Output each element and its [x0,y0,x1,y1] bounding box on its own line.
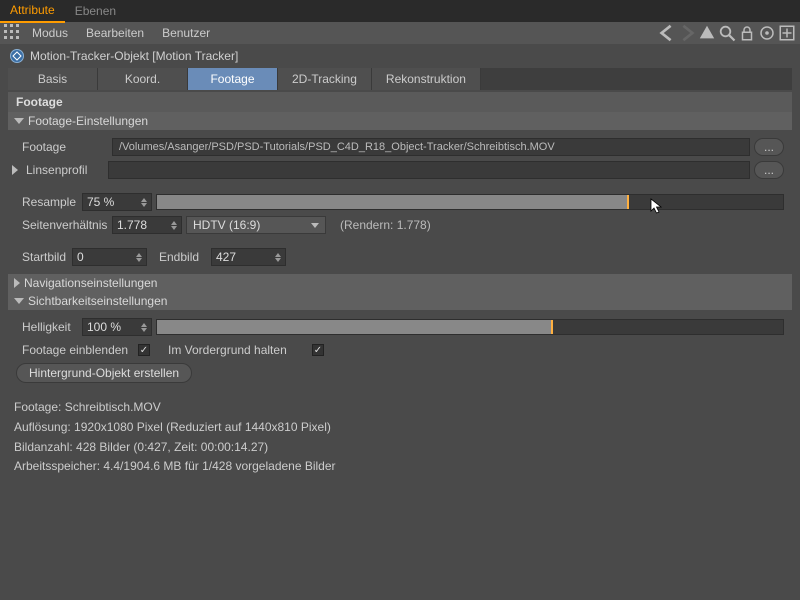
label-startbild: Startbild [16,250,68,264]
group-navigationseinstellungen[interactable]: Navigationseinstellungen [8,274,792,292]
group-label: Footage-Einstellungen [28,114,148,128]
new-window-icon[interactable] [778,24,796,42]
spinner-icon[interactable] [275,253,281,262]
group-body-footage: Footage /Volumes/Asanger/PSD/PSD-Tutoria… [8,130,792,274]
nav-forward-icon[interactable] [678,24,696,42]
helligkeit-slider[interactable] [156,319,784,335]
nav-up-icon[interactable] [698,24,716,42]
info-line: Arbeitsspeicher: 4.4/1904.6 MB für 1/428… [14,457,786,477]
footage-path-input[interactable]: /Volumes/Asanger/PSD/PSD-Tutorials/PSD_C… [112,138,750,156]
object-header: Motion-Tracker-Objekt [Motion Tracker] [0,44,800,68]
linsenprofil-browse-button[interactable]: ... [754,161,784,179]
info-line: Footage: Schreibtisch.MOV [14,398,786,418]
group-label: Navigationseinstellungen [24,276,157,290]
label-im-vordergrund: Im Vordergrund halten [168,343,308,357]
endbild-number: 427 [216,250,236,264]
helligkeit-value[interactable]: 100 % [82,318,152,336]
label-footage: Footage [16,140,108,154]
resample-value[interactable]: 75 % [82,193,152,211]
startbild-value[interactable]: 0 [72,248,147,266]
label-helligkeit: Helligkeit [16,320,78,334]
motion-tracker-icon [8,47,26,65]
label-resample: Resample [16,195,78,209]
chevron-down-icon [14,118,24,124]
info-line: Bildanzahl: 428 Bilder (0:427, Zeit: 00:… [14,438,786,458]
nav-back-icon[interactable] [658,24,676,42]
status-info: Footage: Schreibtisch.MOV Auflösung: 192… [0,390,800,485]
render-aspect-text: (Rendern: 1.778) [340,218,431,232]
footage-browse-button[interactable]: ... [754,138,784,156]
menu-bearbeiten[interactable]: Bearbeiten [78,26,152,40]
spinner-icon[interactable] [171,221,177,230]
group-footage-einstellungen[interactable]: Footage-Einstellungen [8,112,792,130]
hintergrund-objekt-button[interactable]: Hintergrund-Objekt erstellen [16,363,192,383]
tab-attribute[interactable]: Attribute [0,0,65,23]
group-label: Sichtbarkeitseinstellungen [28,294,167,308]
spinner-icon[interactable] [141,323,147,332]
subtab-bar: Basis Koord. Footage 2D-Tracking Rekonst… [8,68,792,90]
chevron-right-icon [14,278,20,288]
info-line: Auflösung: 1920x1080 Pixel (Reduziert au… [14,418,786,438]
chevron-down-icon [14,298,24,304]
label-seitenverhaeltnis: Seitenverhältnis [16,218,108,232]
grid-icon[interactable] [4,24,22,42]
startbild-number: 0 [77,250,84,264]
group-body-sicht: Helligkeit 100 % Footage einblenden Im V… [8,310,792,390]
label-endbild: Endbild [159,250,207,264]
menu-benutzer[interactable]: Benutzer [154,26,218,40]
label-footage-einblenden: Footage einblenden [16,343,134,357]
chevron-right-icon[interactable] [12,165,18,175]
subtab-rekonstruktion[interactable]: Rekonstruktion [372,68,481,90]
menu-modus[interactable]: Modus [24,26,76,40]
subtab-2d-tracking[interactable]: 2D-Tracking [278,68,372,90]
section-footage: Footage [8,92,792,112]
top-tabbar: Attribute Ebenen [0,0,800,22]
footage-einblenden-checkbox[interactable] [138,344,150,356]
aspect-preset-dropdown[interactable]: HDTV (16:9) [186,216,326,234]
target-icon[interactable] [758,24,776,42]
aspect-number: 1.778 [117,218,147,232]
subtab-koord[interactable]: Koord. [98,68,188,90]
spinner-icon[interactable] [141,198,147,207]
linsenprofil-input[interactable] [108,161,750,179]
group-sichtbarkeitseinstellungen[interactable]: Sichtbarkeitseinstellungen [8,292,792,310]
chevron-down-icon [311,223,319,228]
resample-number: 75 % [87,195,114,209]
aspect-preset-label: HDTV (16:9) [193,218,260,232]
im-vordergrund-checkbox[interactable] [312,344,324,356]
subtab-footage[interactable]: Footage [188,68,278,90]
object-title: Motion-Tracker-Objekt [Motion Tracker] [30,49,238,63]
endbild-value[interactable]: 427 [211,248,286,266]
subtab-basis[interactable]: Basis [8,68,98,90]
label-linsenprofil: Linsenprofil [26,163,104,177]
spinner-icon[interactable] [136,253,142,262]
search-icon[interactable] [718,24,736,42]
tab-ebenen[interactable]: Ebenen [65,0,126,22]
lock-icon[interactable] [738,24,756,42]
resample-slider[interactable] [156,194,784,210]
helligkeit-number: 100 % [87,320,121,334]
aspect-value[interactable]: 1.778 [112,216,182,234]
toolbar: Modus Bearbeiten Benutzer [0,22,800,44]
